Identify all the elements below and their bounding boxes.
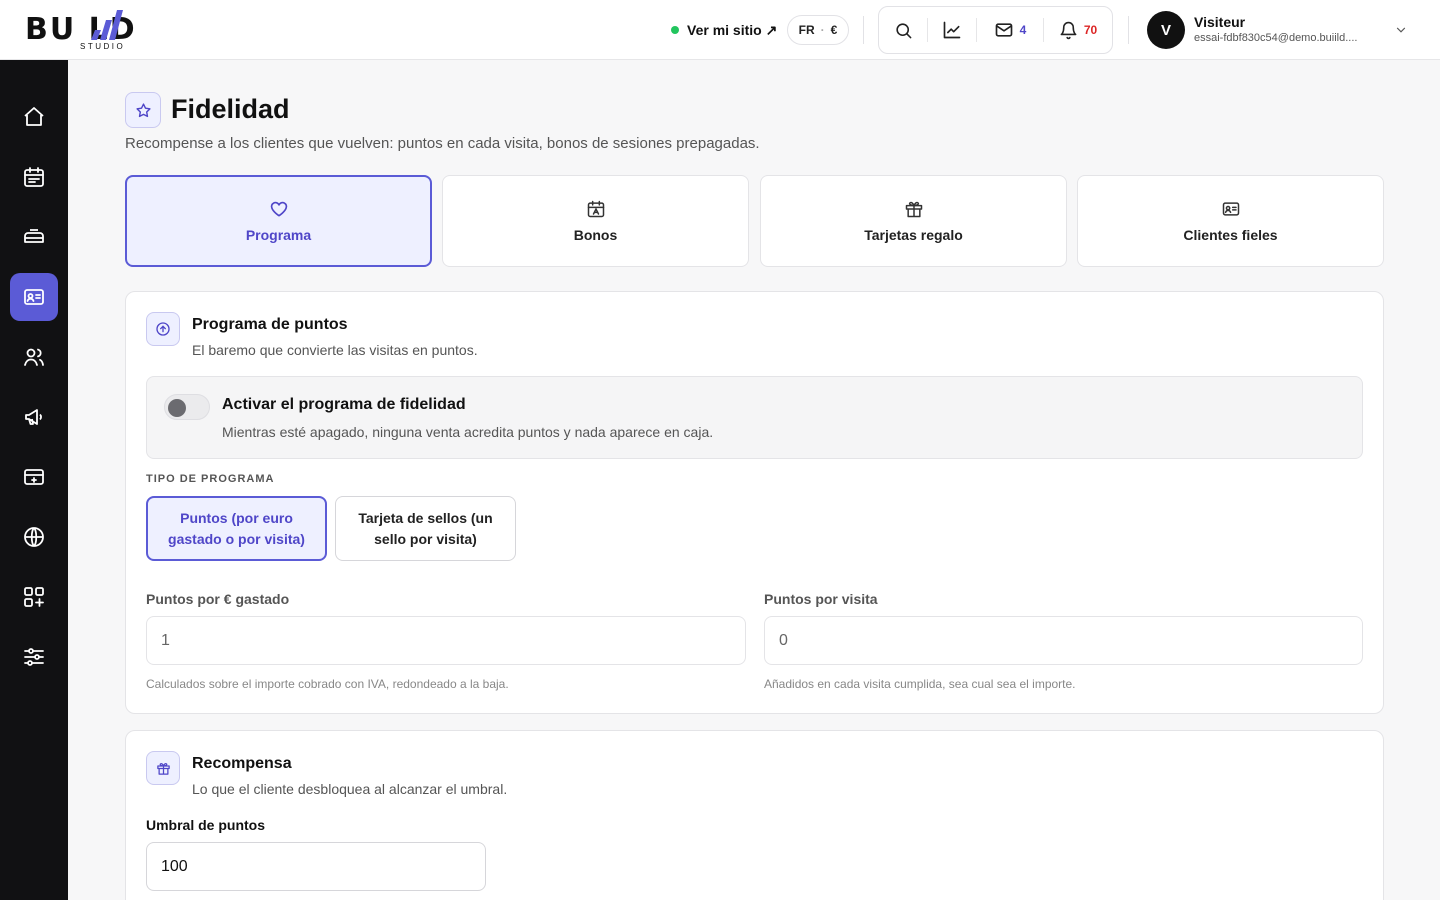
section-subtitle: El baremo que convierte las visitas en p… (192, 342, 478, 358)
user-email: essai-fdbf830c54@demo.buiild.... (1194, 32, 1358, 44)
stack-icon (24, 229, 44, 243)
arrow-up-circle-icon (156, 322, 170, 336)
notification-count-badge: 70 (1083, 23, 1098, 37)
sidebar-item-home[interactable] (10, 93, 58, 141)
sidebar-item-marketing[interactable] (10, 393, 58, 441)
avatar[interactable]: V (1147, 11, 1185, 49)
points-program-card: Programa de puntos El baremo que convier… (125, 291, 1384, 714)
home-icon (24, 107, 44, 126)
loyalty-activation-panel: Activar el programa de fidelidad Mientra… (146, 376, 1363, 459)
users-icon (24, 348, 44, 366)
language-code: FR (798, 23, 815, 37)
tab-tarjetas-regalo[interactable]: Tarjetas regalo (760, 175, 1067, 267)
apps-plus-icon (24, 587, 44, 607)
id-card-icon (24, 289, 44, 305)
header-toolbar: 4 70 (878, 6, 1113, 54)
points-per-visit-input[interactable] (764, 616, 1363, 665)
mail-count-badge: 4 (1019, 23, 1027, 37)
megaphone-icon (25, 409, 42, 425)
sidebar-item-services[interactable] (10, 213, 58, 261)
sidebar-item-calendar[interactable] (10, 153, 58, 201)
sidebar-item-apps[interactable] (10, 573, 58, 621)
points-per-euro-input[interactable] (146, 616, 746, 665)
gift-icon (156, 762, 170, 775)
logo-subtext: STUDIO (80, 42, 126, 51)
lang-separator: · (820, 23, 825, 37)
currency-symbol: € (830, 23, 838, 37)
view-site-label: Ver mi sitio ↗ (687, 21, 778, 38)
reward-card: Recompensa Lo que el cliente desbloquea … (125, 730, 1384, 900)
toggle-knob (168, 399, 186, 417)
view-site-link[interactable]: Ver mi sitio ↗ (671, 20, 777, 40)
tab-label: Bonos (573, 227, 618, 243)
page-title-icon (125, 92, 161, 128)
gift-icon (905, 201, 922, 218)
loyalty-toggle[interactable] (164, 394, 210, 420)
sidebar-item-loyalty[interactable] (10, 273, 58, 321)
bell-icon (1060, 21, 1077, 39)
program-type-stamps-button[interactable]: Tarjeta de sellos (un sello por visita) (335, 496, 516, 561)
sidebar (0, 60, 68, 900)
calendar-icon (587, 200, 604, 218)
logo-bars-icon (91, 10, 123, 40)
logo[interactable]: BU LD STUDIO (25, 8, 185, 52)
sidebar-item-website[interactable] (10, 513, 58, 561)
star-icon (135, 102, 151, 117)
sidebar-item-payments[interactable] (10, 453, 58, 501)
header-divider (863, 16, 864, 44)
search-button[interactable] (879, 6, 927, 54)
tab-clientes-fieles[interactable]: Clientes fieles (1077, 175, 1384, 267)
points-per-euro-help: Calculados sobre el importe cobrado con … (146, 677, 509, 691)
section-subtitle: Lo que el cliente desbloquea al alcanzar… (192, 781, 508, 797)
tab-label: Clientes fieles (1183, 227, 1278, 243)
page-subtitle: Recompense a los clientes que vuelven: p… (125, 135, 760, 152)
language-currency-selector[interactable]: FR · € (787, 15, 849, 45)
sidebar-item-clients[interactable] (10, 333, 58, 381)
page-title: Fidelidad (171, 94, 290, 124)
section-title: Programa de puntos (192, 316, 348, 333)
sliders-icon (24, 648, 44, 666)
header-divider (1128, 16, 1129, 44)
toggle-title: Activar el programa de fidelidad (222, 396, 466, 413)
user-name[interactable]: Visiteur (1194, 14, 1245, 30)
chart-line-icon (943, 21, 961, 39)
top-header: BU LD STUDIO Ver mi sitio ↗ FR · € 4 70 … (0, 0, 1440, 60)
search-icon (895, 22, 911, 38)
program-type-points-button[interactable]: Puntos (por euro gastado o por visita) (146, 496, 327, 561)
tab-bonos[interactable]: Bonos (442, 175, 749, 267)
section-icon (146, 751, 180, 785)
messages-button[interactable]: 4 (977, 6, 1043, 54)
tab-label: Tarjetas regalo (864, 227, 963, 243)
heart-icon (270, 201, 287, 217)
globe-icon (24, 527, 44, 547)
online-status-dot (671, 26, 679, 34)
sidebar-item-settings[interactable] (10, 633, 58, 681)
id-card-icon (1222, 202, 1239, 216)
program-type-label: TIPO DE PROGRAMA (146, 473, 275, 485)
analytics-button[interactable] (928, 6, 976, 54)
points-per-euro-label: Puntos por € gastado (146, 591, 290, 607)
threshold-label: Umbral de puntos (146, 817, 266, 833)
section-title: Recompensa (192, 755, 292, 772)
notifications-button[interactable]: 70 (1044, 6, 1112, 54)
chevron-down-icon[interactable] (1394, 23, 1408, 37)
points-per-visit-help: Añadidos en cada visita cumplida, sea cu… (764, 677, 1076, 691)
section-icon (146, 312, 180, 346)
toggle-description: Mientras esté apagado, ninguna venta acr… (222, 424, 714, 440)
tab-programa[interactable]: Programa (125, 175, 432, 267)
tab-label: Programa (245, 227, 312, 243)
threshold-input[interactable] (146, 842, 486, 891)
points-per-visit-label: Puntos por visita (764, 591, 878, 607)
mail-icon (995, 23, 1012, 37)
calendar-icon (24, 167, 44, 187)
credit-card-icon (24, 469, 44, 485)
